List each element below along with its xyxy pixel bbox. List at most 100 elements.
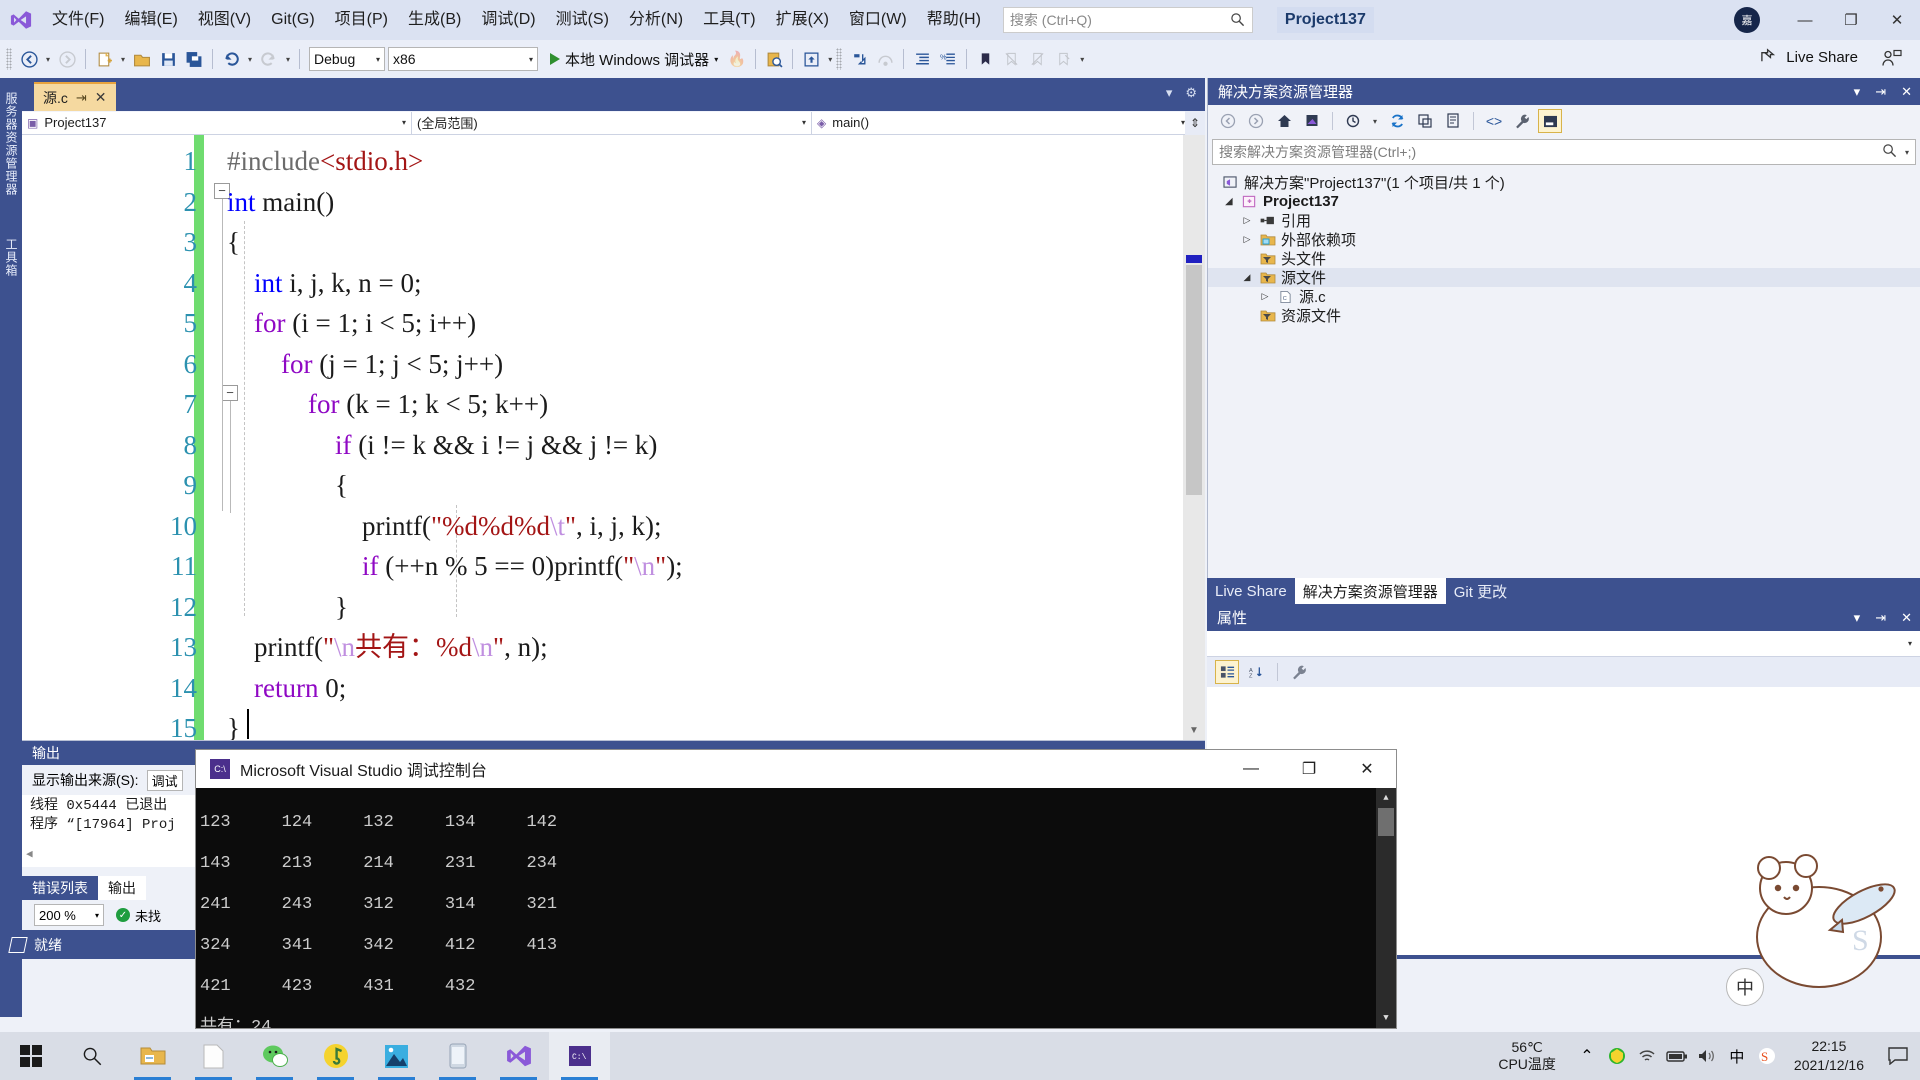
live-share-button[interactable]: Live Share — [1760, 47, 1858, 68]
battery-icon[interactable] — [1662, 1032, 1692, 1080]
taskbar-photos[interactable] — [366, 1032, 427, 1080]
editor-vertical-scrollbar[interactable] — [1183, 135, 1205, 740]
menu-tools[interactable]: 工具(T) — [693, 0, 765, 40]
menu-edit[interactable]: 编辑(E) — [114, 0, 187, 40]
tree-item-project[interactable]: ◢ Project137 — [1208, 192, 1920, 211]
next-bookmark-icon[interactable] — [1024, 46, 1050, 72]
chevron-down-icon[interactable]: ▾ — [1905, 148, 1909, 157]
forward-icon[interactable] — [1244, 109, 1268, 133]
expand-twisty-icon[interactable]: ◢ — [1222, 196, 1236, 207]
hot-reload-icon[interactable]: 🔥 — [724, 46, 750, 72]
categorized-icon[interactable] — [1215, 660, 1239, 684]
home-icon[interactable] — [1272, 109, 1296, 133]
code-editor[interactable]: 1 2 3 4 5 6 7 8 9 10 11 12 13 14 15 − − … — [22, 135, 1205, 740]
clock-widget[interactable]: 22:15 2021/12/16 — [1782, 1037, 1876, 1075]
new-dropdown-icon[interactable]: ▾ — [117, 46, 129, 72]
tab-solution-explorer[interactable]: 解决方案资源管理器 — [1295, 578, 1446, 604]
console-maximize-button[interactable]: ❐ — [1280, 750, 1338, 788]
solution-explorer-icon[interactable] — [798, 46, 824, 72]
sogou-icon[interactable]: S — [1752, 1032, 1782, 1080]
back-dropdown-icon[interactable]: ▾ — [42, 46, 54, 72]
error-status-indicator[interactable]: ✓ 未找 — [116, 906, 161, 925]
properties-window-icon[interactable] — [1441, 109, 1465, 133]
taskbar-console-window[interactable]: C:\ — [549, 1032, 610, 1080]
console-minimize-button[interactable]: — — [1222, 750, 1280, 788]
collapse-all-icon[interactable] — [1413, 109, 1437, 133]
toolbar-grip-2[interactable] — [836, 48, 842, 70]
tree-item-external-dependencies[interactable]: ▷ 外部依赖项 — [1208, 230, 1920, 249]
tree-item-resource-files[interactable]: 资源文件 — [1208, 306, 1920, 325]
avatar[interactable]: 嘉 — [1734, 7, 1760, 33]
pin-icon[interactable]: ⇥ — [1875, 84, 1886, 100]
chevron-down-icon[interactable]: ▾ — [1854, 84, 1861, 100]
chevron-up-icon[interactable]: ⌃ — [1572, 1032, 1602, 1080]
refresh-icon[interactable] — [1385, 109, 1409, 133]
overflow-icon[interactable]: ▾ — [1076, 46, 1088, 72]
taskbar-search-button[interactable] — [61, 1032, 122, 1080]
split-view-icon[interactable]: ⇕ — [1185, 111, 1205, 135]
open-file-icon[interactable] — [129, 46, 155, 72]
tab-error-list[interactable]: 错误列表 — [22, 876, 98, 900]
show-all-files-icon[interactable]: <> — [1482, 109, 1506, 133]
comment-icon[interactable]: % — [935, 46, 961, 72]
step-over-icon[interactable] — [872, 46, 898, 72]
chevron-down-icon[interactable]: ▾ — [1369, 108, 1381, 134]
toolbox-tab[interactable]: 工具箱 — [2, 238, 20, 277]
undo-icon[interactable] — [218, 46, 244, 72]
cpu-temperature-widget[interactable]: 56℃ CPU温度 — [1498, 1039, 1556, 1073]
pin-icon[interactable]: ⇥ — [76, 90, 87, 106]
person-share-icon[interactable] — [1882, 49, 1902, 73]
sync-with-document-icon[interactable] — [1300, 109, 1324, 133]
navbar-scope-select[interactable]: (全局范围) ▾ — [412, 112, 812, 134]
navigate-forward-icon[interactable] — [54, 46, 80, 72]
server-explorer-tab[interactable]: 服务器资源管理器 — [2, 92, 20, 196]
solution-configuration-select[interactable]: Debug ▾ — [309, 47, 385, 71]
wrench-icon[interactable] — [1510, 109, 1534, 133]
gear-icon[interactable]: ⚙ — [1185, 85, 1197, 101]
editor-scroll-thumb[interactable] — [1186, 265, 1202, 495]
menu-debug[interactable]: 调试(D) — [471, 0, 545, 40]
menu-test[interactable]: 测试(S) — [546, 0, 619, 40]
menu-extensions[interactable]: 扩展(X) — [766, 0, 839, 40]
tree-item-source-files[interactable]: ◢ 源文件 — [1208, 268, 1920, 287]
solution-platform-select[interactable]: x86 ▾ — [388, 47, 538, 71]
menu-analyze[interactable]: 分析(N) — [619, 0, 693, 40]
alphabetical-icon[interactable]: AZ — [1244, 660, 1268, 684]
step-into-icon[interactable] — [846, 46, 872, 72]
taskbar-file-explorer[interactable] — [122, 1032, 183, 1080]
close-icon[interactable]: ✕ — [1901, 610, 1912, 626]
expand-twisty-icon[interactable]: ▷ — [1258, 291, 1272, 302]
console-scroll-down-icon[interactable]: ▼ — [1376, 1008, 1396, 1028]
close-icon[interactable]: ✕ — [95, 89, 107, 106]
properties-object-select[interactable]: ▾ — [1207, 631, 1920, 657]
chevron-down-icon[interactable]: ▾ — [1166, 85, 1173, 101]
taskbar-notepad[interactable] — [183, 1032, 244, 1080]
notification-icon[interactable] — [1876, 1032, 1920, 1080]
console-close-button[interactable]: ✕ — [1338, 750, 1396, 788]
console-output[interactable]: 123 124 132 134 142 143 213 214 231 234 … — [196, 788, 1396, 1028]
console-scrollbar[interactable]: ▲ ▼ — [1376, 788, 1396, 1028]
debug-console-window[interactable]: C:\ Microsoft Visual Studio 调试控制台 — ❐ ✕ … — [196, 750, 1396, 1028]
tree-item-references[interactable]: ▷ 引用 — [1208, 211, 1920, 230]
bookmark-icon[interactable] — [972, 46, 998, 72]
taskbar-music-player[interactable] — [305, 1032, 366, 1080]
security-icon[interactable] — [1602, 1032, 1632, 1080]
zoom-level-select[interactable]: 200 % ▾ — [34, 904, 104, 926]
menu-file[interactable]: 文件(F) — [42, 0, 114, 40]
menu-project[interactable]: 项目(P) — [325, 0, 398, 40]
ime-cn-icon[interactable]: 中 — [1722, 1032, 1752, 1080]
property-pages-icon[interactable] — [1287, 660, 1311, 684]
find-in-files-icon[interactable] — [761, 46, 787, 72]
maximize-button[interactable]: ❐ — [1828, 0, 1874, 40]
back-icon[interactable] — [1216, 109, 1240, 133]
tree-item-solution[interactable]: 解决方案"Project137"(1 个项目/共 1 个) — [1208, 173, 1920, 192]
expand-twisty-icon[interactable]: ▷ — [1240, 215, 1254, 226]
start-debugging-button[interactable]: 本地 Windows 调试器 ▾ — [544, 46, 724, 72]
toolbar-grip[interactable] — [6, 48, 12, 70]
tab-live-share[interactable]: Live Share — [1207, 578, 1295, 604]
close-icon[interactable]: ✕ — [1901, 84, 1912, 100]
navbar-member-select[interactable]: ◈ main() ▾ — [812, 112, 1190, 134]
global-search-input[interactable]: 搜索 (Ctrl+Q) — [1003, 7, 1253, 33]
navigate-back-icon[interactable] — [16, 46, 42, 72]
close-button[interactable]: ✕ — [1874, 0, 1920, 40]
